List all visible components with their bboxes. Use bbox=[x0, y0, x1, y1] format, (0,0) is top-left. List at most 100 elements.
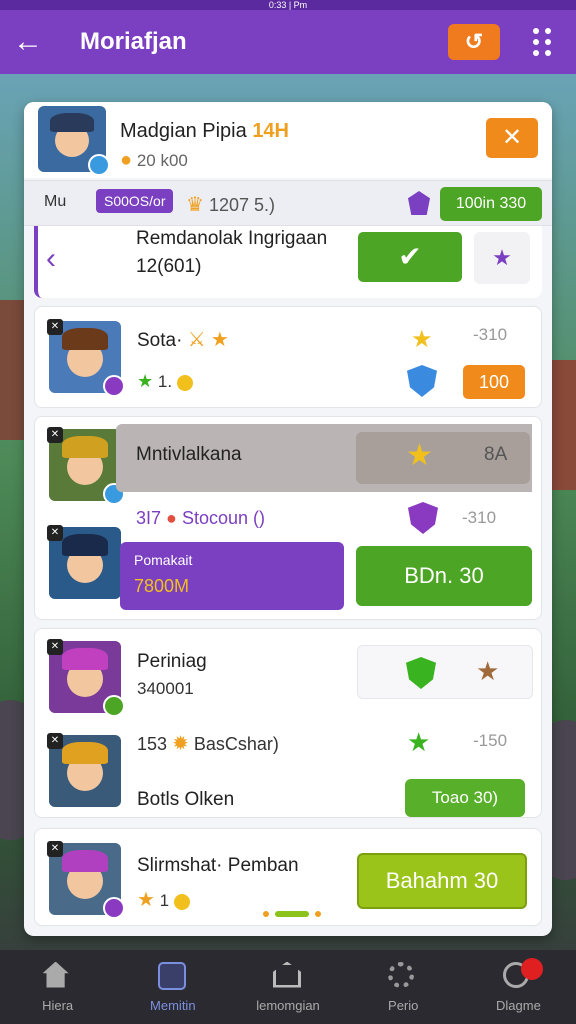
back-arrow-icon[interactable]: ← bbox=[0, 10, 56, 74]
notification-dot bbox=[521, 957, 544, 980]
page-title: Moriafjan bbox=[80, 28, 187, 55]
hero-name: Slirmshat· Pemban bbox=[137, 855, 299, 876]
hero-name: Botls Olken bbox=[137, 789, 235, 810]
hero-cost: -310 bbox=[473, 325, 508, 344]
hero-panel: Madgian Pipia 14H ● 20 k00 ✕ Mu S00OS/or… bbox=[24, 102, 552, 936]
more-options-icon[interactable] bbox=[522, 22, 562, 62]
hero-avatar[interactable]: ✕ bbox=[47, 841, 125, 919]
hero-value: 8A bbox=[484, 444, 508, 465]
purchase-label: Pomakait bbox=[134, 552, 193, 568]
player-name: Madgian Pipia 14H bbox=[120, 120, 289, 143]
hero-name: Periniag bbox=[137, 651, 207, 672]
hero-card-sota: ✕ Sota· ⚔ ★ ★ 1. ★ -310 100 bbox=[34, 306, 542, 408]
shield-icon bbox=[407, 365, 437, 397]
close-small-icon: ✕ bbox=[47, 427, 63, 443]
confirm-check-button[interactable]: ✔ bbox=[358, 232, 462, 282]
green-star-icon: ★ bbox=[407, 727, 431, 757]
player-name-text: Madgian Pipia bbox=[120, 120, 247, 142]
hero-stats: ★ 1 bbox=[137, 887, 190, 912]
stats-action-button[interactable]: 100in 330 bbox=[440, 187, 542, 221]
hero-stats: ★ 1. bbox=[137, 371, 193, 392]
nav-label: Perio bbox=[388, 997, 419, 1013]
hero-card-slirmshat: ✕ Slirmshat· Pemban ★ 1 Bahahm 30 bbox=[34, 828, 542, 926]
nav-item-perio[interactable]: Perio bbox=[346, 950, 461, 1024]
power-button[interactable]: ↺ bbox=[448, 24, 500, 60]
nav-label: Memitin bbox=[150, 997, 196, 1013]
home-icon bbox=[42, 961, 73, 992]
star-badge-icon: ★ bbox=[406, 439, 433, 472]
coin-icon bbox=[176, 374, 193, 391]
bahahm-button[interactable]: Bahahm 30 bbox=[357, 853, 527, 909]
nav-item-memitin[interactable]: Memitin bbox=[115, 950, 230, 1024]
stats-label: Mu bbox=[44, 193, 67, 210]
chevron-left-icon[interactable]: ‹ bbox=[46, 242, 56, 276]
nav-item-lemomgian[interactable]: lemomgian bbox=[230, 950, 345, 1024]
class-badge-icon bbox=[103, 375, 125, 397]
verified-badge-icon bbox=[88, 154, 110, 176]
hero-stats-text: Stocoun () bbox=[181, 508, 265, 528]
hero-stats-text: 1 bbox=[159, 891, 170, 910]
nav-item-dlagme[interactable]: Dlagme bbox=[461, 950, 576, 1024]
hero-stats-count: 3I7 bbox=[136, 508, 162, 528]
hero-cost: -150 bbox=[473, 731, 508, 750]
player-coins-text: 20 k00 bbox=[136, 151, 188, 170]
close-small-icon: ✕ bbox=[47, 525, 63, 541]
player-header: Madgian Pipia 14H ● 20 k00 ✕ bbox=[24, 102, 552, 178]
action-pair-box: ★ bbox=[357, 645, 533, 699]
hero-stats: 153 ✹ BasCshar) bbox=[137, 731, 279, 756]
star-icon: ★ bbox=[210, 329, 229, 351]
hero-power: 340001 bbox=[137, 679, 194, 698]
coin-icon: ● bbox=[120, 149, 133, 171]
hero-name: Sota· ⚔ ★ bbox=[137, 327, 229, 352]
nav-label: lemomgian bbox=[256, 997, 320, 1013]
class-badge-icon bbox=[103, 695, 125, 717]
toao-button[interactable]: Toao 30) bbox=[405, 779, 525, 817]
star-badge-icon: ★ bbox=[411, 326, 433, 353]
hero-cost: -310 bbox=[462, 508, 497, 527]
bronze-star-icon[interactable]: ★ bbox=[476, 656, 499, 687]
hero-name: Mntivlalkana bbox=[136, 444, 242, 465]
stats-value-text: 1207 5.) bbox=[208, 195, 276, 215]
close-small-icon: ✕ bbox=[47, 319, 63, 335]
sword-icon: ⚔ bbox=[187, 329, 206, 351]
nav-label: Hiera bbox=[42, 997, 74, 1013]
sun-badge-icon: ✹ bbox=[172, 733, 189, 755]
hero-stats-text: 1. bbox=[157, 372, 173, 391]
stats-tag[interactable]: S00OS/or bbox=[96, 189, 174, 213]
stats-row: Mu S00OS/or ♛ 1207 5.) 100in 330 bbox=[24, 180, 552, 226]
nav-item-home[interactable]: Hiera bbox=[0, 950, 115, 1024]
buy-button[interactable]: BDn. 30 bbox=[356, 546, 532, 606]
notification-icon bbox=[503, 957, 544, 992]
hero-stats-count: 153 bbox=[137, 734, 168, 754]
upgrade-button[interactable]: 100 bbox=[463, 365, 525, 399]
quest-card: ‹ Remdanolak Ingrigaan 12(601) ✔ ★ bbox=[34, 226, 542, 298]
purchase-info: Pomakait 7800M bbox=[120, 542, 344, 610]
hero-avatar[interactable]: ✕ bbox=[47, 639, 125, 717]
hero-avatar[interactable]: ✕ bbox=[47, 319, 125, 397]
green-star-icon: ★ bbox=[137, 371, 154, 391]
quest-title: Remdanolak Ingrigaan bbox=[136, 228, 328, 249]
gear-icon bbox=[388, 961, 418, 992]
nav-label: Dlagme bbox=[496, 997, 541, 1013]
hero-card-periniag: ✕ ✕ Periniag 340001 ★ 153 ✹ BasCshar) ★ … bbox=[34, 628, 542, 818]
hero-stats-text: BasCshar) bbox=[193, 734, 279, 754]
gem-icon bbox=[408, 191, 430, 215]
green-shield-icon[interactable] bbox=[406, 657, 436, 689]
close-button[interactable]: ✕ bbox=[486, 118, 538, 158]
status-bar: 0:33 | Pm bbox=[0, 0, 576, 10]
favorite-star-button[interactable]: ★ bbox=[474, 232, 530, 284]
close-small-icon: ✕ bbox=[47, 733, 63, 749]
bottom-navigation: Hiera Memitin lemomgian Perio Dlagme bbox=[0, 950, 576, 1024]
hero-stats: 3I7 ● Stocoun () bbox=[136, 508, 265, 529]
hero-avatar[interactable]: ✕ bbox=[47, 427, 125, 505]
star-icon: ★ bbox=[137, 889, 155, 911]
close-small-icon: ✕ bbox=[47, 841, 63, 857]
hero-avatar[interactable]: ✕ bbox=[47, 525, 121, 599]
player-coins: ● 20 k00 bbox=[120, 149, 188, 172]
close-small-icon: ✕ bbox=[47, 639, 63, 655]
player-avatar[interactable] bbox=[38, 106, 110, 176]
purchase-amount: 7800M bbox=[134, 576, 190, 596]
hero-avatar[interactable]: ✕ bbox=[47, 733, 121, 807]
quest-subtitle: 12(601) bbox=[136, 256, 202, 277]
crown-icon: ♛ bbox=[186, 194, 204, 216]
